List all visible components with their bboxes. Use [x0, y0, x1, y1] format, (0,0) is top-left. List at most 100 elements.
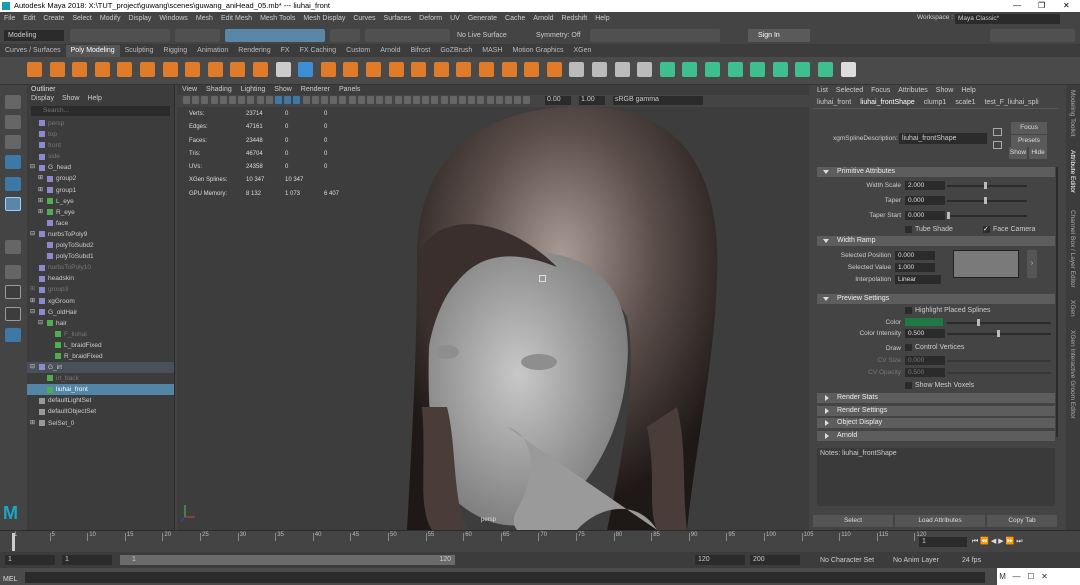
outliner-row[interactable]: ⊟ hair [27, 318, 174, 329]
shelf-tool-icon[interactable] [818, 62, 833, 77]
section-collapsed[interactable]: Render Stats [817, 393, 1055, 403]
shelf-tool-icon[interactable] [840, 62, 856, 77]
outliner-row[interactable]: ⊟ G_oldHair [27, 307, 174, 318]
viewport-tool-icon[interactable] [330, 96, 338, 104]
shelf-tool-icon[interactable] [411, 62, 427, 77]
cv-opacity-field[interactable]: 0.500 [905, 368, 945, 377]
width-scale-slider[interactable] [947, 182, 1027, 189]
shelf-tool-icon[interactable] [388, 62, 404, 77]
layout-single-icon[interactable] [5, 285, 21, 299]
show-manip-icon[interactable] [5, 240, 21, 254]
outliner-row[interactable]: L_braidFixed [27, 340, 174, 351]
shelf-tool-icon[interactable] [27, 62, 42, 77]
expand-icon[interactable]: ⊞ [38, 173, 43, 184]
focus-node-icon[interactable] [993, 128, 1002, 136]
viewport-tool-icon[interactable] [247, 96, 255, 104]
expand-icon[interactable]: ⊞ [30, 296, 35, 307]
scale-tool-icon[interactable] [5, 197, 21, 211]
shelf-tool-icon[interactable] [637, 62, 653, 77]
menu-mesh-display[interactable]: Mesh Display [303, 15, 345, 22]
ae-menu-focus[interactable]: Focus [871, 87, 890, 94]
menu-cache[interactable]: Cache [505, 15, 525, 22]
width-ramp-graph[interactable] [953, 250, 1019, 278]
character-set-select[interactable]: No Character Set [820, 557, 874, 564]
expand-icon[interactable]: ⊞ [38, 185, 43, 196]
mini-window-controls[interactable]: M — ☐ ✕ [997, 568, 1080, 585]
menu-windows[interactable]: Windows [159, 15, 187, 22]
shelf-tab-5[interactable]: Rendering [233, 45, 275, 57]
shelf-tool-icon[interactable] [230, 62, 246, 77]
viewport-menu-view[interactable]: View [182, 86, 197, 93]
close-icon[interactable]: ✕ [1063, 0, 1070, 12]
dock-tab[interactable]: Channel Box / Layer Editor [1069, 210, 1076, 288]
shelf-tab-10[interactable]: Bifrost [406, 45, 436, 57]
shelf-tab-6[interactable]: FX [276, 45, 295, 57]
ae-tab[interactable]: test_F_liuhai_spli [985, 99, 1039, 106]
menu-arnold[interactable]: Arnold [533, 15, 553, 22]
tube-shade-checkbox[interactable] [905, 226, 912, 233]
shelf-tool-icon[interactable] [772, 62, 788, 77]
shelf-tool-icon[interactable] [795, 62, 811, 77]
cv-size-slider[interactable] [947, 360, 1051, 362]
taper-start-field[interactable]: 0.000 [905, 211, 945, 220]
current-time-marker[interactable] [12, 533, 15, 551]
viewport-menu-lighting[interactable]: Lighting [241, 86, 266, 93]
menu-deform[interactable]: Deform [419, 15, 442, 22]
menu-surfaces[interactable]: Surfaces [384, 15, 412, 22]
ae-tab[interactable]: scale1 [955, 99, 975, 106]
shelf-tab-13[interactable]: Motion Graphics [507, 45, 568, 57]
dock-tab[interactable]: Modeling Toolkit [1069, 90, 1076, 137]
shelf-tool-icon[interactable] [275, 62, 291, 77]
outliner-row[interactable]: headskin [27, 273, 174, 284]
viewport-tool-icon[interactable] [449, 96, 457, 104]
color-swatch[interactable] [905, 318, 943, 326]
expand-icon[interactable]: ⊞ [38, 207, 43, 218]
section-primitive[interactable]: Primitive Attributes [817, 167, 1055, 177]
outliner-row[interactable]: nurbsToPoly10 [27, 262, 174, 273]
collapse-icon[interactable]: ⊟ [30, 162, 35, 173]
outliner-row[interactable]: ⊞ xgGroom [27, 296, 174, 307]
menu-select[interactable]: Select [72, 15, 91, 22]
outliner-row[interactable]: face [27, 218, 174, 229]
viewport-tool-icon[interactable] [486, 96, 494, 104]
menu-uv[interactable]: UV [450, 15, 460, 22]
start-time-field[interactable]: 1 [5, 555, 55, 565]
viewport-tool-icon[interactable] [403, 96, 411, 104]
viewport-tool-icon[interactable] [394, 96, 402, 104]
playback-controls[interactable]: ⏮ ⏪ ◀ ▶ ⏩ ⏭ [972, 537, 1067, 547]
shelf-tool-icon[interactable] [72, 62, 88, 77]
outliner-row[interactable]: ⊞ SelSet_0 [27, 418, 174, 429]
intensity-field[interactable]: 0.500 [905, 329, 945, 338]
shelf-tab-0[interactable]: Curves / Surfaces [0, 45, 66, 57]
viewport-tool-icon[interactable] [265, 96, 273, 104]
ae-menu-help[interactable]: Help [961, 87, 975, 94]
layout-four-icon[interactable] [5, 307, 21, 321]
ae-menu-selected[interactable]: Selected [836, 87, 863, 94]
dock-tab[interactable]: Attribute Editor [1069, 150, 1076, 193]
shelf-tool-icon[interactable] [185, 62, 201, 77]
collapse-icon[interactable]: ⊟ [30, 307, 35, 318]
viewport-tool-icon[interactable] [339, 96, 347, 104]
end-time-field[interactable]: 200 [750, 555, 800, 565]
menuset-select[interactable]: Modeling [4, 30, 64, 41]
ramp-expand-button[interactable]: › [1027, 250, 1037, 278]
outliner-menu-show[interactable]: Show [62, 95, 80, 102]
shelf-tool-icon[interactable] [140, 62, 155, 77]
viewport-tool-icon[interactable] [192, 96, 200, 104]
shelf-tool-icon[interactable] [705, 62, 720, 77]
shelf-tool-icon[interactable] [727, 62, 743, 77]
playback-end-field[interactable]: 120 [695, 555, 745, 565]
viewport-tool-icon[interactable] [477, 96, 485, 104]
outliner-row[interactable]: defaultLightSet [27, 395, 174, 406]
selected-value-field[interactable]: 1.000 [895, 263, 935, 272]
notes-area[interactable]: Notes: liuhai_frontShape [817, 448, 1055, 506]
copy-node-icon[interactable] [993, 141, 1002, 149]
section-width-ramp[interactable]: Width Ramp [817, 236, 1055, 246]
viewport-tool-icon[interactable] [275, 96, 282, 104]
current-frame-field[interactable]: 1 [919, 537, 967, 547]
menu-help[interactable]: Help [595, 15, 609, 22]
outliner-row[interactable]: irt_back [27, 373, 174, 384]
node-name-field[interactable]: liuhai_frontShape [899, 133, 987, 144]
menu-generate[interactable]: Generate [468, 15, 497, 22]
viewport-tool-icon[interactable] [376, 96, 384, 104]
